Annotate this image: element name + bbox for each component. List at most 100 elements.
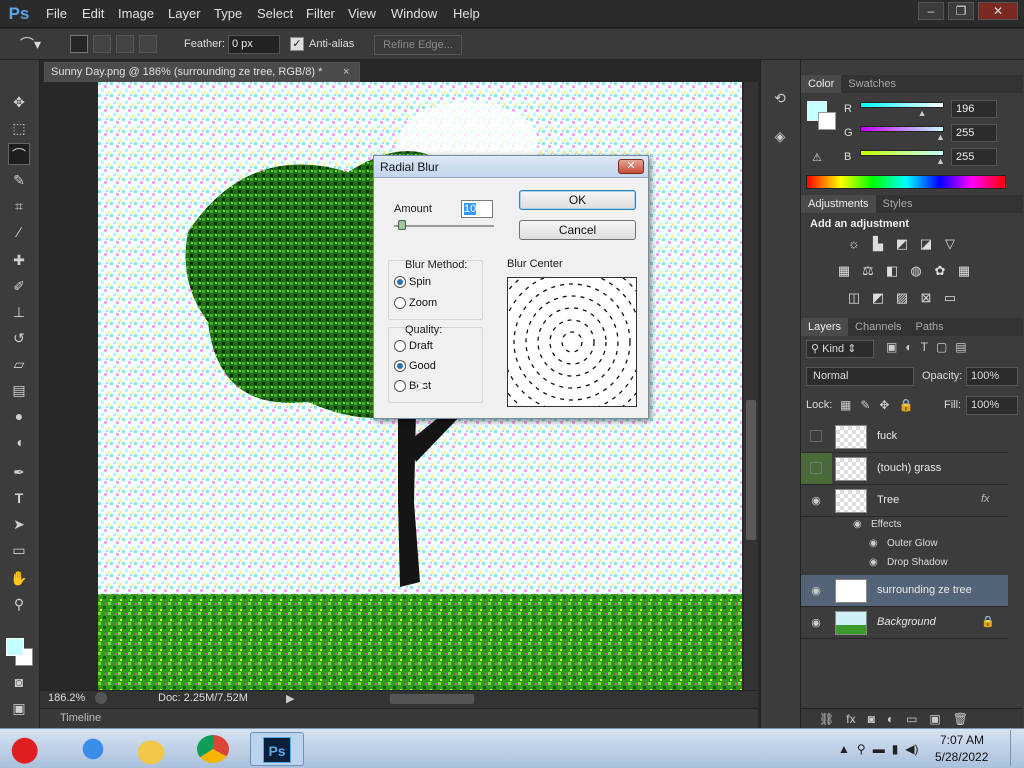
menu-window[interactable]: Window	[391, 6, 437, 21]
menu-image[interactable]: Image	[118, 6, 154, 21]
quick-mask-icon[interactable]: ◙	[8, 671, 30, 693]
tab-color[interactable]: Color	[801, 75, 842, 93]
new-adjustment-icon[interactable]: ◐	[887, 712, 894, 726]
screen-mode-icon[interactable]: ▣	[8, 697, 30, 719]
shape-filter-icon[interactable]: ▢	[936, 340, 947, 354]
exposure-icon[interactable]: ◪	[918, 236, 934, 252]
eye-icon[interactable]: ◉	[809, 494, 823, 508]
amount-slider-track[interactable]	[394, 225, 494, 227]
visibility-toggle[interactable]	[810, 430, 822, 442]
channel-r-knob[interactable]: ▲	[918, 108, 927, 118]
zoom-label[interactable]: Zoom	[409, 297, 437, 309]
layer-row-surrounding-ze-tree[interactable]: ◉ surrounding ze tree	[801, 575, 1008, 607]
pen-tool-icon[interactable]: ✒	[8, 461, 30, 483]
eraser-tool-icon[interactable]: ▱	[8, 353, 30, 375]
layer-row-background[interactable]: ◉ Background 🔒	[801, 607, 1008, 639]
panel-background-swatch[interactable]	[818, 112, 836, 130]
feather-input[interactable]: 0 px	[228, 35, 280, 54]
vibrance-icon[interactable]: ▽	[942, 236, 958, 252]
curves-icon[interactable]: ◩	[894, 236, 910, 252]
lasso-tool-icon[interactable]: ⌒	[8, 143, 30, 165]
close-document-icon[interactable]: ×	[343, 66, 349, 78]
lasso-preset-icon[interactable]: ⌒▾	[20, 35, 46, 53]
new-group-icon[interactable]: ▭	[906, 712, 917, 726]
path-select-tool-icon[interactable]: ➤	[8, 513, 30, 535]
blur-tool-icon[interactable]: ●	[8, 405, 30, 427]
draft-label[interactable]: Draft	[409, 340, 433, 352]
shape-tool-icon[interactable]: ▭	[8, 539, 30, 561]
minimize-button[interactable]: –	[918, 2, 944, 20]
levels-icon[interactable]: ▙	[870, 236, 886, 252]
delete-layer-icon[interactable]: 🗑	[953, 712, 968, 726]
channel-r-slider[interactable]	[860, 102, 944, 108]
type-filter-icon[interactable]: T	[921, 340, 928, 354]
eyedropper-tool-icon[interactable]: ⁄	[8, 221, 30, 243]
search-icon[interactable]: ⚲	[857, 742, 866, 756]
quick-select-tool-icon[interactable]: ✎	[8, 169, 30, 191]
black-white-icon[interactable]: ◧	[884, 263, 900, 279]
history-brush-tool-icon[interactable]: ↺	[8, 327, 30, 349]
gamut-warning-icon[interactable]: ⚠	[812, 151, 822, 164]
cancel-button[interactable]: Cancel	[519, 220, 636, 240]
battery-icon[interactable]: ▮	[892, 742, 899, 756]
subtract-selection-icon[interactable]	[116, 35, 134, 53]
brightness-icon[interactable]: ☼	[846, 236, 862, 252]
adjustment-filter-icon[interactable]: ◐	[905, 340, 912, 354]
best-radio[interactable]	[394, 380, 406, 392]
effect-drop-shadow[interactable]: Drop Shadow	[887, 557, 948, 568]
lock-image-icon[interactable]: ✎	[860, 398, 870, 412]
good-label[interactable]: Good	[409, 360, 436, 372]
amount-input[interactable]: 10	[461, 200, 493, 218]
visibility-toggle[interactable]	[810, 462, 822, 474]
menu-help[interactable]: Help	[453, 6, 480, 21]
antialias-checkbox[interactable]: ✓	[290, 37, 304, 51]
tab-paths[interactable]: Paths	[909, 318, 951, 336]
dialog-close-button[interactable]: ✕	[618, 159, 644, 174]
volume-icon[interactable]: ◀)	[905, 742, 918, 756]
close-window-button[interactable]: ✕	[978, 2, 1018, 20]
gradient-map-icon[interactable]: ▭	[942, 290, 958, 306]
effect-outer-glow[interactable]: Outer Glow	[887, 538, 938, 549]
show-hidden-icons-icon[interactable]: ▲	[838, 742, 850, 756]
channel-b-knob[interactable]: ▲	[936, 156, 945, 166]
move-tool-icon[interactable]: ✥	[8, 91, 30, 113]
hand-tool-icon[interactable]: ✋	[8, 567, 30, 589]
refine-edge-button[interactable]: Refine Edge...	[374, 35, 462, 55]
lock-transparent-icon[interactable]: ▦	[840, 398, 851, 412]
zoom-tool-icon[interactable]: ⚲	[8, 593, 30, 615]
eye-icon[interactable]: ◉	[809, 616, 823, 630]
spin-label[interactable]: Spin	[409, 276, 431, 288]
channel-g-value[interactable]: 255	[951, 124, 997, 142]
eye-icon[interactable]: ◉	[869, 557, 878, 568]
layer-row-fuck[interactable]: fuck	[801, 421, 1008, 453]
layer-row-tree[interactable]: ◉ Tree fx	[801, 485, 1008, 517]
dodge-tool-icon[interactable]: ◖	[8, 431, 30, 453]
marquee-tool-icon[interactable]: ⬚	[8, 117, 30, 139]
canvas-scroll-thumb[interactable]	[746, 400, 756, 540]
amount-slider-thumb[interactable]	[398, 220, 406, 230]
layer-filter-kind-select[interactable]: ⚲ Kind ⇕	[806, 340, 874, 358]
channel-b-value[interactable]: 255	[951, 148, 997, 166]
clock-date[interactable]: 5/28/2022	[935, 750, 988, 764]
menu-edit[interactable]: Edit	[82, 6, 104, 21]
spin-radio[interactable]	[394, 276, 406, 288]
gradient-tool-icon[interactable]: ▤	[8, 379, 30, 401]
healing-brush-tool-icon[interactable]: ✚	[8, 249, 30, 271]
tab-layers[interactable]: Layers	[801, 318, 849, 336]
status-menu-arrow-icon[interactable]: ▶	[286, 692, 294, 705]
foreground-color-swatch[interactable]	[6, 638, 24, 656]
new-selection-icon[interactable]	[70, 35, 88, 53]
tab-channels[interactable]: Channels	[848, 318, 908, 336]
threshold-icon[interactable]: ▨	[894, 290, 910, 306]
color-spectrum-bar[interactable]	[806, 175, 1006, 189]
eye-icon[interactable]: ◉	[853, 519, 862, 530]
channel-mixer-icon[interactable]: ✿	[932, 263, 948, 279]
pixel-filter-icon[interactable]: ▣	[886, 340, 897, 354]
channel-g-knob[interactable]: ▲	[936, 132, 945, 142]
3d-panel-icon[interactable]: ◈	[770, 128, 790, 148]
selective-color-icon[interactable]: ⊠	[918, 290, 934, 306]
color-balance-icon[interactable]: ⚖	[860, 263, 876, 279]
show-desktop-button[interactable]	[1010, 730, 1022, 766]
add-mask-icon[interactable]: ◙	[868, 712, 875, 726]
eye-icon[interactable]: ◉	[869, 538, 878, 549]
